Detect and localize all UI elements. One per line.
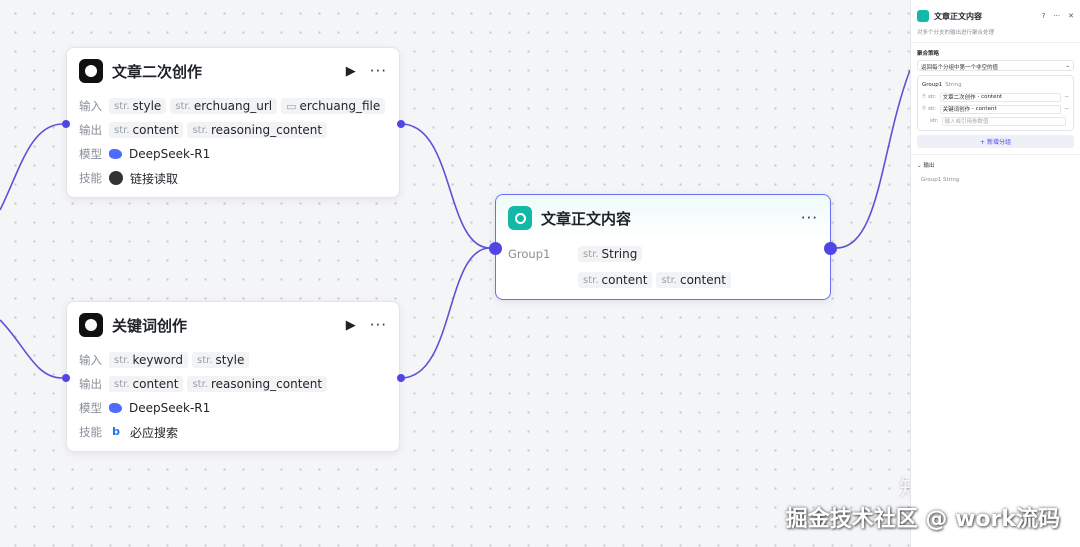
strategy-label: 聚合策略 [917, 51, 940, 57]
edge-node1-to-aggregator [400, 123, 491, 249]
node-article-rewrite[interactable]: 文章二次创作 ▶ ··· 输入 str. style str. erchuang_u… [66, 47, 400, 198]
output-row: 输出 str. content str. reasoning_content [67, 372, 399, 396]
input-var: str. style [192, 352, 250, 368]
drag-handle-icon: ⠿ [922, 106, 927, 112]
edge-aggregator-to-end [835, 69, 910, 249]
output-var: str. content [109, 122, 184, 138]
aggregator-input-port[interactable] [489, 242, 502, 255]
group-config: Group1 String ⠿ str. 文章二次创作 - content − … [917, 75, 1074, 131]
var-ref-input[interactable]: 关键词创作 - content [939, 104, 1062, 114]
node-title: 文章二次创作 [112, 62, 203, 81]
aggregator-icon [917, 10, 929, 22]
llm-avatar-icon [79, 313, 103, 337]
group-label: Group1 [508, 247, 551, 261]
output-var: Group1 String [921, 177, 960, 183]
watermark-juejin: 掘金技术社区 @ work流码 [785, 507, 1060, 532]
group-type: str. String [578, 246, 643, 262]
panel-description: 对多个分支的输出进行聚合处理 [917, 30, 995, 36]
llm-avatar-icon [79, 59, 103, 83]
edge-node2-to-aggregator [400, 247, 491, 379]
input-var: str. style [109, 98, 167, 114]
output-row: 输出 str. content str. reasoning_content [67, 118, 399, 142]
output-var: str. reasoning_content [187, 376, 328, 392]
add-group-button[interactable]: + 新增分组 [917, 135, 1074, 148]
output-section-label[interactable]: ⌄ 输出 [911, 161, 1080, 169]
input-var: ▭ erchuang_file [281, 98, 386, 114]
vars-row: str. content str. content [496, 267, 830, 293]
node2-output-port[interactable] [397, 374, 405, 382]
aggregator-icon [508, 206, 532, 230]
workflow-canvas[interactable]: 文章二次创作 ▶ ··· 输入 str. style str. erchuang_u… [0, 0, 910, 547]
input-row: 输入 str. style str. erchuang_url ▭ erchuang_… [67, 94, 399, 118]
group-row: Group1 str. String [496, 241, 830, 267]
bing-icon: b [112, 425, 120, 438]
more-icon[interactable]: ··· [370, 316, 387, 334]
var-ref-input[interactable]: 文章二次创作 - content [939, 92, 1062, 102]
node1-input-port[interactable] [62, 120, 70, 128]
close-icon[interactable]: ✕ [1068, 12, 1074, 20]
input-var: str. erchuang_url [170, 98, 278, 114]
drag-handle-icon: ⠿ [922, 94, 927, 100]
node-title: 文章正文内容 [541, 209, 632, 228]
model-row: 模型 DeepSeek-R1 [79, 401, 211, 415]
agg-var: str. content [578, 272, 653, 288]
group-var-row-empty[interactable]: str. 输入或引用参数值 [922, 115, 1069, 127]
strategy-select[interactable]: 返回每个分组中第一个非空的值 ⌄ [917, 60, 1074, 71]
output-var: str. reasoning_content [187, 122, 328, 138]
node-keyword-creation[interactable]: 关键词创作 ▶ ··· 输入 str. keyword str. style 输出 … [66, 301, 400, 452]
var-ref-input[interactable]: 输入或引用参数值 [941, 116, 1066, 126]
edge-input-to-node1 [0, 123, 63, 211]
skill-row: 技能 链接读取 [79, 171, 179, 186]
node-title: 关键词创作 [112, 316, 188, 335]
node1-output-port[interactable] [397, 120, 405, 128]
more-icon[interactable]: ··· [1053, 12, 1060, 20]
remove-icon[interactable]: − [1064, 94, 1069, 100]
remove-icon[interactable]: − [1064, 106, 1069, 112]
skill-row: 技能 b 必应搜索 [79, 425, 179, 440]
edge-input-to-node2 [0, 319, 63, 379]
deepseek-icon [109, 149, 122, 159]
watermark-zhihu: 知乎 @柿哥电商 [899, 471, 910, 503]
node-config-panel: 文章正文内容 ? ··· ✕ 对多个分支的输出进行聚合处理 聚合策略 返回每个分… [910, 0, 1080, 547]
run-icon[interactable]: ▶ [346, 318, 356, 333]
output-var: str. content [109, 376, 184, 392]
run-icon[interactable]: ▶ [346, 64, 356, 79]
group-header: Group1 String [922, 82, 962, 88]
panel-title: 文章正文内容 [934, 11, 982, 21]
help-icon[interactable]: ? [1042, 12, 1046, 20]
model-row: 模型 DeepSeek-R1 [79, 147, 211, 161]
more-icon[interactable]: ··· [801, 209, 818, 227]
input-var: str. keyword [109, 352, 189, 368]
link-reader-icon [109, 171, 123, 185]
chevron-down-icon: ⌄ [1065, 63, 1070, 69]
more-icon[interactable]: ··· [370, 62, 387, 80]
deepseek-icon [109, 403, 122, 413]
group-var-row[interactable]: ⠿ str. 文章二次创作 - content − [922, 91, 1069, 103]
node-variable-aggregator[interactable]: 文章正文内容 ··· Group1 str. String str. content… [495, 194, 831, 300]
chevron-down-icon: ⌄ [917, 163, 922, 169]
file-icon: ▭ [286, 99, 297, 113]
input-row: 输入 str. keyword str. style [67, 348, 399, 372]
agg-var: str. content [656, 272, 731, 288]
node2-input-port[interactable] [62, 374, 70, 382]
group-var-row[interactable]: ⠿ str. 关键词创作 - content − [922, 103, 1069, 115]
aggregator-output-port[interactable] [824, 242, 837, 255]
